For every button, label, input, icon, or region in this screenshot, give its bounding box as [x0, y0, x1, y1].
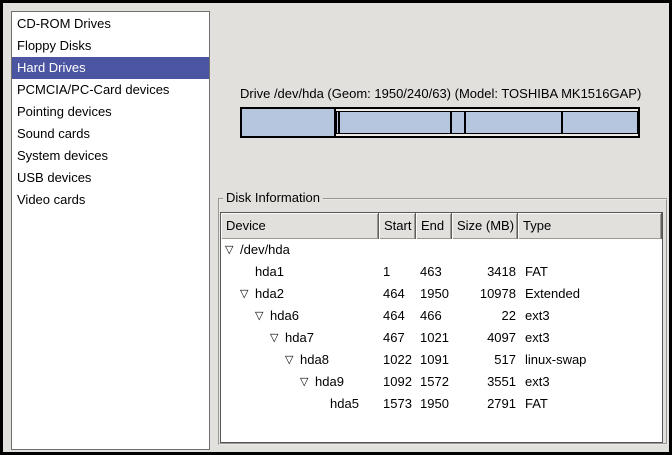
type-cell: ext3: [518, 305, 662, 327]
size-cell: 517: [452, 349, 518, 371]
sidebar-item-cd-rom-drives[interactable]: CD-ROM Drives: [12, 13, 209, 35]
device-label: hda1: [255, 264, 284, 279]
partition-divider: [338, 112, 340, 133]
device-cell: ▽/dev/hda: [221, 239, 379, 261]
sidebar-item-pcmcia-pc-card-devices[interactable]: PCMCIA/PC-Card devices: [12, 79, 209, 101]
type-cell: linux-swap: [518, 349, 662, 371]
table-header: DeviceStartEndSize (MB)Type: [221, 213, 662, 239]
sidebar-item-system-devices[interactable]: System devices: [12, 145, 209, 167]
column-header-end[interactable]: End: [416, 213, 452, 239]
partition-divider: [464, 112, 466, 133]
end-cell: 1950: [416, 393, 452, 415]
size-cell: [452, 239, 518, 261]
tree-indent: [221, 338, 270, 339]
expander-triangle-down-icon[interactable]: ▽: [225, 239, 240, 261]
table-row[interactable]: ▽hda746710214097ext3: [221, 327, 662, 349]
type-cell: FAT: [518, 261, 662, 283]
disk-information-frame-label: Disk Information: [223, 191, 323, 205]
table-row[interactable]: ▽hda9109215723551ext3: [221, 371, 662, 393]
start-cell: [379, 239, 416, 261]
device-cell: ▽hda8: [221, 349, 379, 371]
end-cell: 1950: [416, 283, 452, 305]
size-cell: 22: [452, 305, 518, 327]
end-cell: 1091: [416, 349, 452, 371]
tree-indent: [221, 294, 240, 295]
end-cell: 466: [416, 305, 452, 327]
start-cell: 467: [379, 327, 416, 349]
type-cell: ext3: [518, 371, 662, 393]
expander-triangle-down-icon[interactable]: ▽: [240, 283, 255, 305]
start-cell: 1573: [379, 393, 416, 415]
table-row[interactable]: hda5 157319502791FAT: [221, 393, 662, 415]
table-body: ▽/dev/hdahda114633418FAT▽hda246419501097…: [221, 239, 662, 415]
device-cell: hda5: [221, 393, 379, 415]
tree-indent: [221, 404, 315, 405]
expander-triangle-down-icon[interactable]: ▽: [300, 371, 315, 393]
type-cell: [518, 239, 662, 261]
expander-triangle-down-icon[interactable]: ▽: [285, 349, 300, 371]
end-cell: 1572: [416, 371, 452, 393]
sidebar-item-usb-devices[interactable]: USB devices: [12, 167, 209, 189]
tree-indent: [221, 316, 255, 317]
table-row[interactable]: hda1 14633418FAT: [221, 261, 662, 283]
tree-indent: [221, 272, 240, 273]
partition-divider: [450, 112, 452, 133]
device-cell: hda1: [221, 261, 379, 283]
table-row[interactable]: ▽hda2464195010978Extended: [221, 283, 662, 305]
device-cell: ▽hda9: [221, 371, 379, 393]
device-label: hda8: [300, 352, 329, 367]
column-header-start[interactable]: Start: [379, 213, 416, 239]
sidebar-item-pointing-devices[interactable]: Pointing devices: [12, 101, 209, 123]
sidebar-item-hard-drives[interactable]: Hard Drives: [12, 57, 209, 79]
table-row[interactable]: ▽hda646446622ext3: [221, 305, 662, 327]
device-cell: ▽hda6: [221, 305, 379, 327]
sidebar-item-sound-cards[interactable]: Sound cards: [12, 123, 209, 145]
end-cell: 463: [416, 261, 452, 283]
primary-partition-segment: [242, 109, 336, 136]
device-cell: ▽hda2: [221, 283, 379, 305]
table-row[interactable]: ▽hda810221091517linux-swap: [221, 349, 662, 371]
column-header-type[interactable]: Type: [518, 213, 662, 239]
device-label: hda5: [330, 396, 359, 411]
drive-geometry-label: Drive /dev/hda (Geom: 1950/240/63) (Mode…: [240, 86, 641, 101]
size-cell: 3551: [452, 371, 518, 393]
device-label: hda9: [315, 374, 344, 389]
sidebar-item-video-cards[interactable]: Video cards: [12, 189, 209, 211]
start-cell: 1092: [379, 371, 416, 393]
size-cell: 2791: [452, 393, 518, 415]
device-cell: ▽hda7: [221, 327, 379, 349]
end-cell: [416, 239, 452, 261]
size-cell: 4097: [452, 327, 518, 349]
tree-indent: [221, 382, 300, 383]
end-cell: 1021: [416, 327, 452, 349]
start-cell: 1022: [379, 349, 416, 371]
type-cell: ext3: [518, 327, 662, 349]
device-label: hda6: [270, 308, 299, 323]
sidebar-item-floppy-disks[interactable]: Floppy Disks: [12, 35, 209, 57]
disk-information-table: DeviceStartEndSize (MB)Type ▽/dev/hdahda…: [220, 212, 663, 443]
start-cell: 464: [379, 305, 416, 327]
extended-partition-rect: [336, 111, 638, 134]
start-cell: 464: [379, 283, 416, 305]
tree-indent: [221, 360, 285, 361]
type-cell: FAT: [518, 393, 662, 415]
type-cell: Extended: [518, 283, 662, 305]
column-header-size-mb-[interactable]: Size (MB): [452, 213, 518, 239]
device-category-list: CD-ROM DrivesFloppy DisksHard DrivesPCMC…: [11, 11, 210, 450]
device-label: hda2: [255, 286, 284, 301]
device-label: hda7: [285, 330, 314, 345]
partition-divider: [561, 112, 563, 133]
size-cell: 10978: [452, 283, 518, 305]
expander-triangle-down-icon[interactable]: ▽: [255, 305, 270, 327]
device-label: /dev/hda: [240, 242, 290, 257]
table-row[interactable]: ▽/dev/hda: [221, 239, 662, 261]
hardware-browser-window: CD-ROM DrivesFloppy DisksHard DrivesPCMC…: [0, 0, 672, 455]
size-cell: 3418: [452, 261, 518, 283]
column-header-device[interactable]: Device: [221, 213, 379, 239]
expander-triangle-down-icon[interactable]: ▽: [270, 327, 285, 349]
partition-bar: [240, 107, 640, 138]
start-cell: 1: [379, 261, 416, 283]
